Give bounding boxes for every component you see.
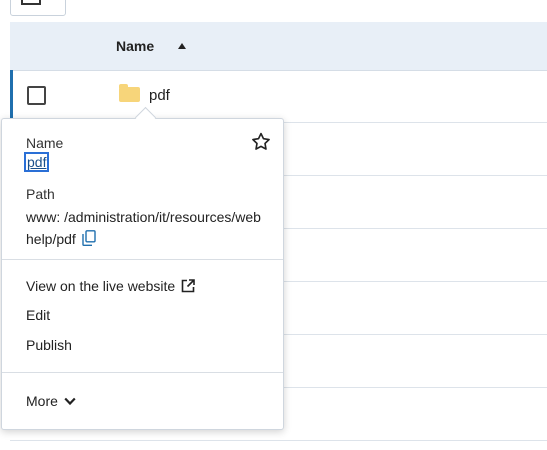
divider (2, 259, 283, 260)
path-value: www: /administration/it/resources/webhel… (26, 206, 264, 250)
star-outline-icon[interactable] (250, 131, 272, 153)
copy-icon[interactable] (82, 230, 96, 246)
table-header: Name (10, 22, 547, 71)
chevron-down-icon (64, 397, 76, 406)
sort-ascending-icon[interactable] (178, 43, 186, 49)
row-checkbox[interactable] (27, 86, 46, 105)
external-link-icon (181, 279, 195, 293)
more-dropdown[interactable]: More (26, 393, 76, 409)
checkbox-icon (21, 0, 41, 5)
select-all-button[interactable] (10, 0, 66, 16)
view-live-website-link[interactable]: View on the live website (26, 278, 195, 294)
publish-menu-item[interactable]: Publish (26, 337, 72, 353)
table-row[interactable]: pdf (10, 70, 547, 123)
row-name[interactable]: pdf (149, 87, 170, 104)
item-details-popover: Name pdf Path www: /administration/it/re… (1, 106, 284, 430)
file-browser: Name pdf Name pdf Path www: /administrat… (0, 0, 547, 450)
name-value-link[interactable]: pdf (23, 152, 50, 172)
divider (2, 372, 283, 373)
path-text: www: /administration/it/resources/webhel… (26, 209, 261, 247)
view-live-label: View on the live website (26, 278, 176, 294)
more-label: More (26, 393, 58, 409)
column-header-name[interactable]: Name (116, 38, 154, 54)
edit-menu-item[interactable]: Edit (26, 307, 50, 323)
path-label: Path (26, 186, 55, 202)
folder-icon (119, 84, 140, 102)
name-label: Name (26, 135, 64, 151)
